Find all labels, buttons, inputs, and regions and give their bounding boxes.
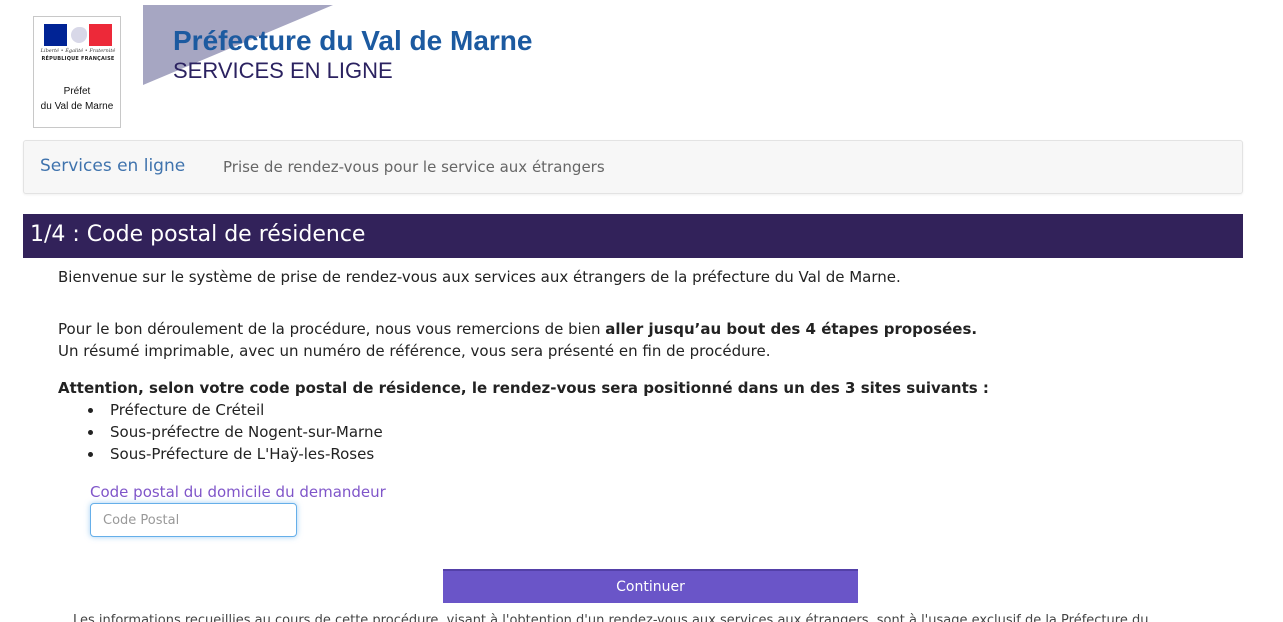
procedure-summary-text: Un résumé imprimable, avec un numéro de …: [58, 342, 771, 360]
logo-prefet-label: Préfet du Val de Marne: [34, 84, 120, 114]
logo-republic: RÉPUBLIQUE FRANÇAISE: [41, 56, 115, 62]
prefecture-logo: Liberté • Égalité • Fraternité RÉPUBLIQU…: [33, 16, 121, 128]
logo-motto: Liberté • Égalité • Fraternité: [40, 48, 116, 54]
procedure-text-prefix: Pour le bon déroulement de la procédure,…: [58, 320, 606, 338]
sites-warning: Attention, selon votre code postal de ré…: [58, 379, 989, 397]
logo-prefet-line1: Préfet: [63, 86, 91, 97]
breadcrumb-current: Prise de rendez-vous pour le service aux…: [223, 158, 605, 176]
site-subtitle: SERVICES EN LIGNE: [173, 58, 393, 83]
step-header: 1/4 : Code postal de résidence: [23, 214, 1243, 258]
breadcrumb-home-link[interactable]: Services en ligne: [40, 156, 185, 176]
procedure-text: Pour le bon déroulement de la procédure,…: [58, 318, 977, 340]
postal-code-label: Code postal du domicile du demandeur: [90, 483, 386, 501]
postal-code-input[interactable]: [90, 503, 297, 537]
list-item: Sous-Préfecture de L'Haÿ-les-Roses: [86, 443, 383, 465]
continue-button[interactable]: Continuer: [443, 569, 858, 603]
sites-list: Préfecture de Créteil Sous-préfectre de …: [86, 399, 383, 465]
list-item: Sous-préfectre de Nogent-sur-Marne: [86, 421, 383, 443]
breadcrumb: Services en ligne Prise de rendez-vous p…: [23, 140, 1243, 194]
marianne-flag-icon: [44, 24, 113, 46]
logo-prefet-line2: du Val de Marne: [40, 101, 114, 112]
site-title: Préfecture du Val de Marne: [173, 25, 533, 56]
list-item: Préfecture de Créteil: [86, 399, 383, 421]
site-header: Liberté • Égalité • Fraternité RÉPUBLIQU…: [0, 0, 1283, 135]
procedure-text-bold: aller jusqu’au bout des 4 étapes proposé…: [605, 320, 978, 338]
step-title: 1/4 : Code postal de résidence: [30, 222, 366, 247]
page: Liberté • Égalité • Fraternité RÉPUBLIQU…: [0, 0, 1283, 622]
welcome-text: Bienvenue sur le système de prise de ren…: [58, 268, 901, 286]
footer-notice: Les informations recueillies au cours de…: [73, 613, 1149, 622]
